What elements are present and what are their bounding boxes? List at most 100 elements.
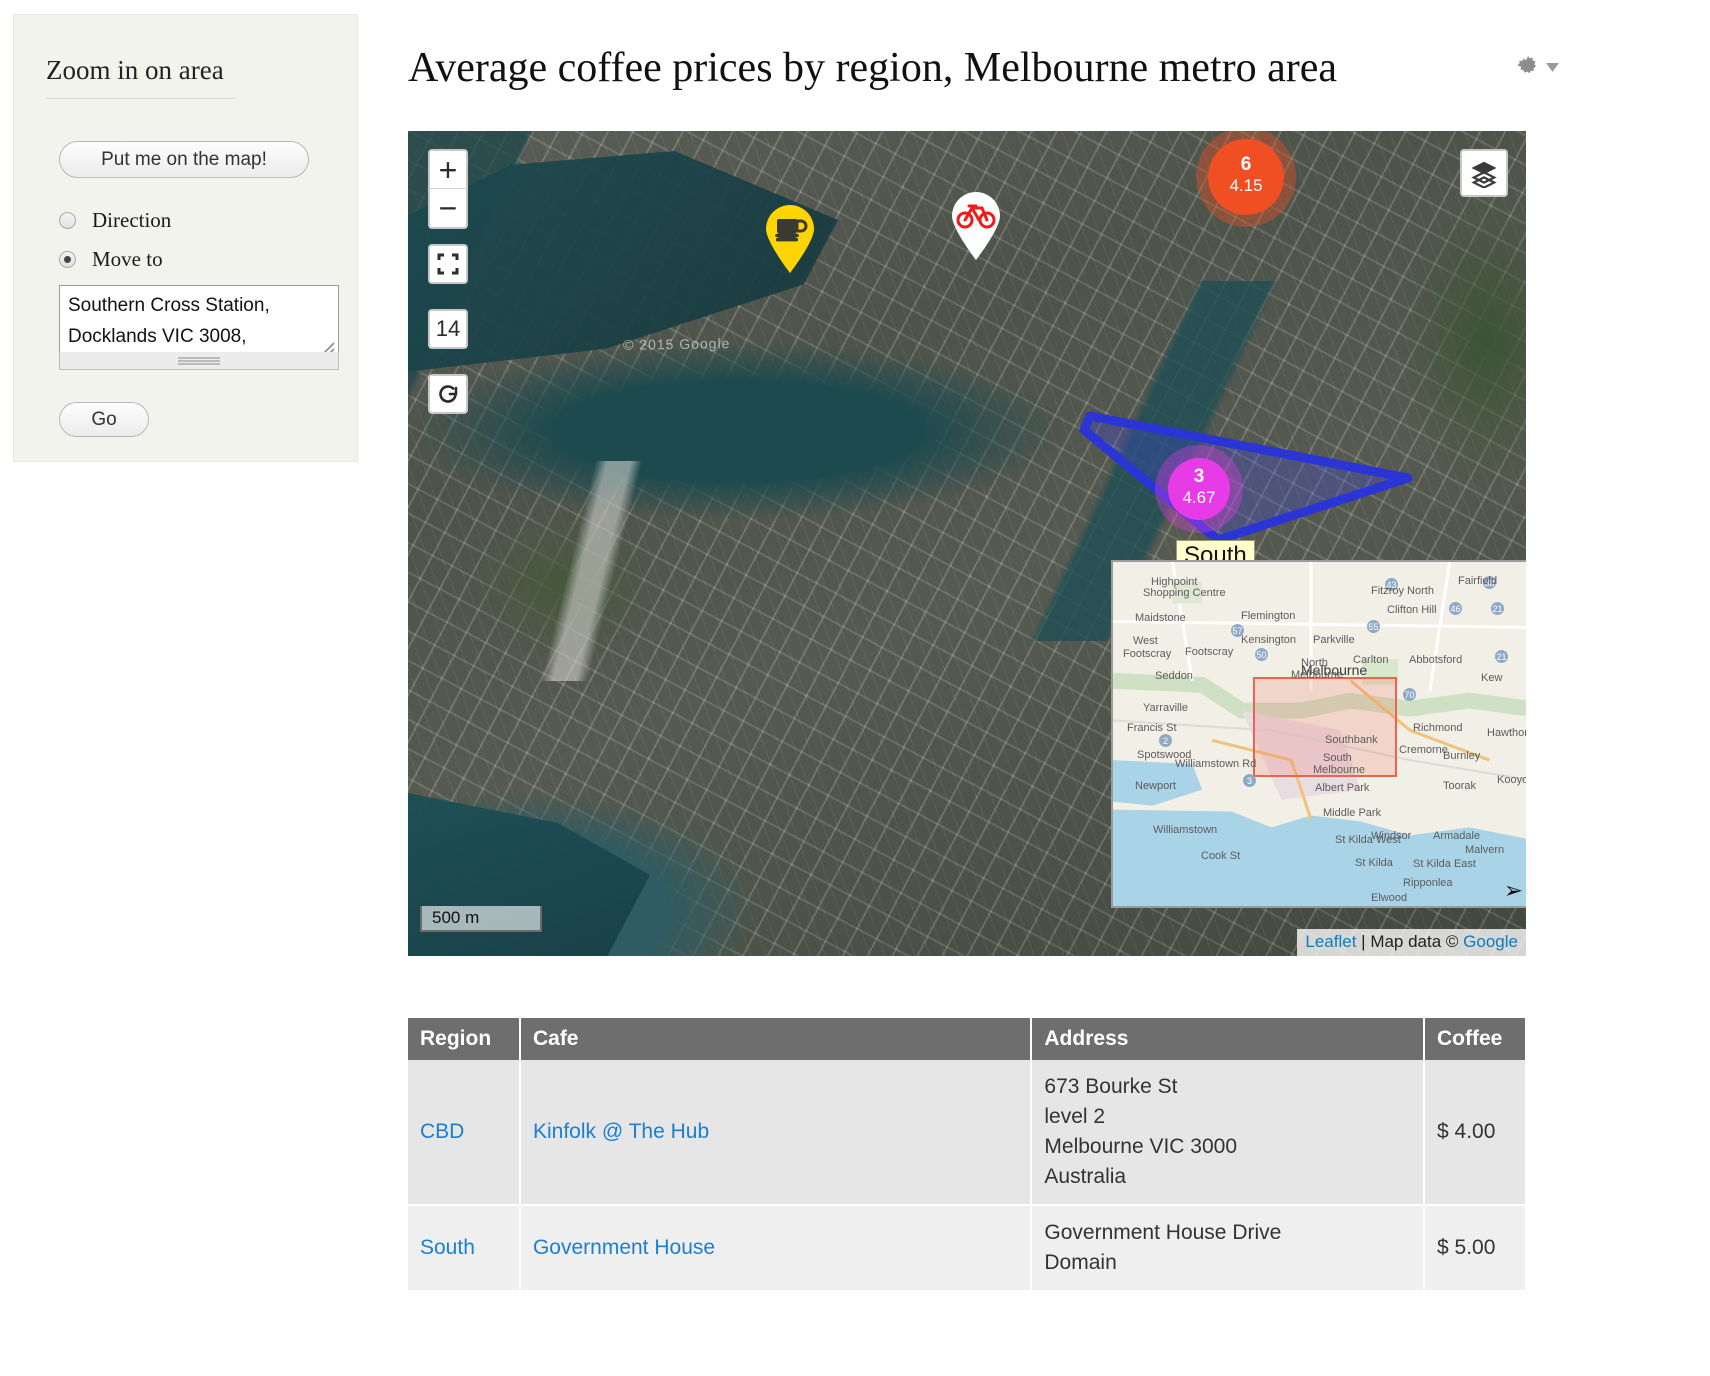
radio-move-to-icon[interactable] [59, 251, 76, 268]
panel-divider [46, 98, 236, 99]
layers-button[interactable] [1460, 149, 1508, 197]
minimap-place-label: Southbank [1325, 734, 1378, 746]
gear-icon[interactable] [1515, 54, 1541, 80]
minimap-place-label: Abbotsford [1409, 654, 1462, 666]
minimap-place-label: Armadale [1433, 830, 1480, 842]
column-header-address[interactable]: Address [1031, 1018, 1424, 1060]
minimap-collapse-button[interactable]: ➢ [1504, 879, 1523, 902]
region-link[interactable]: South [420, 1236, 475, 1259]
cafe-table: Region Cafe Address Coffee CBD Kinfolk @… [408, 1018, 1527, 1292]
map-data-text: Map data © [1370, 932, 1463, 951]
minimap-place-label: Newport [1135, 780, 1176, 792]
cell-address: Government House Drive Domain [1031, 1205, 1424, 1291]
column-header-coffee[interactable]: Coffee [1424, 1018, 1526, 1060]
radio-option-direction[interactable]: Direction [59, 208, 171, 233]
minimap-route-badge: 46 [1449, 602, 1462, 615]
column-header-cafe[interactable]: Cafe [520, 1018, 1031, 1060]
radio-direction-label: Direction [92, 208, 171, 233]
zoom-out-button[interactable]: − [428, 189, 468, 229]
minimap-place-label: Williamstown Rd [1175, 758, 1256, 770]
minimap-place-label: Malvern [1465, 844, 1504, 856]
minimap-place-label: Francis St [1127, 722, 1177, 734]
zoom-level-indicator[interactable]: 14 [428, 309, 468, 349]
minimap-place-label: South [1323, 752, 1352, 764]
minimap-place-label: Albert Park [1315, 782, 1369, 794]
minimap-route-badge: 70 [1403, 688, 1416, 701]
address-scrollbar[interactable] [59, 352, 339, 370]
minimap-place-label: Flemington [1241, 610, 1295, 622]
table-row: CBD Kinfolk @ The Hub 673 Bourke St leve… [408, 1060, 1526, 1205]
region-link[interactable]: CBD [420, 1120, 464, 1143]
minimap-route-badge: 3 [1243, 774, 1256, 787]
cafe-link[interactable]: Government House [533, 1236, 715, 1259]
go-button[interactable]: Go [59, 402, 149, 437]
coffee-pin-marker[interactable] [763, 204, 817, 274]
minimap-place-label: St Kilda East [1413, 858, 1476, 870]
minimap-route-badge: 2 [1159, 734, 1172, 747]
minimap-place-label: Footscray [1123, 648, 1171, 660]
minimap-place-label: Seddon [1155, 670, 1193, 682]
cluster-value: 4.67 [1182, 486, 1215, 511]
table-row: South Government House Government House … [408, 1205, 1526, 1291]
minimap-place-label: Clifton Hill [1387, 604, 1437, 616]
layers-icon [1469, 158, 1499, 188]
minimap-place-label: Fitzroy North [1371, 585, 1434, 597]
cafe-link[interactable]: Kinfolk @ The Hub [533, 1120, 709, 1143]
minimap-place-label: West [1133, 635, 1158, 647]
chevron-down-icon[interactable] [1545, 61, 1560, 74]
map-attribution: Leaflet | Map data © Google [1297, 929, 1526, 956]
minimap[interactable]: Melbourne 43 55 57 50 38 46 21 21 70 2 3… [1111, 560, 1526, 908]
radio-option-move-to[interactable]: Move to [59, 247, 163, 272]
column-header-region[interactable]: Region [408, 1018, 520, 1060]
table-header-row: Region Cafe Address Coffee [408, 1018, 1526, 1060]
minimap-place-label: Cook St [1201, 850, 1240, 862]
zoom-in-button[interactable]: + [428, 149, 468, 189]
minimap-place-label: Kooyong [1497, 774, 1526, 786]
minimap-place-label: Williamstown [1153, 824, 1217, 836]
cluster-marker-pink[interactable]: 3 4.67 [1168, 458, 1230, 520]
minimap-place-label: Carlton [1353, 654, 1388, 666]
minimap-route-badge: 50 [1255, 648, 1268, 661]
minimap-place-label: Toorak [1443, 780, 1476, 792]
map-scale-bar: 500 m [420, 906, 542, 932]
minimap-place-label: Parkville [1313, 634, 1355, 646]
park-area-north [1398, 191, 1526, 491]
minimap-place-label: Richmond [1413, 722, 1463, 734]
cluster-count: 3 [1194, 467, 1205, 486]
minimap-place-label: Footscray [1185, 646, 1233, 658]
page-title: Average coffee prices by region, Melbour… [408, 44, 1337, 92]
attribution-separator: | [1356, 932, 1370, 951]
cell-coffee: $ 5.00 [1424, 1205, 1526, 1291]
cell-region: CBD [408, 1060, 520, 1205]
minimap-route-badge: 21 [1495, 650, 1508, 663]
minimap-place-label: Melbourne [1291, 669, 1343, 681]
minimap-place-label: Shopping Centre [1143, 587, 1226, 599]
minimap-place-label: St Kilda West [1335, 834, 1401, 846]
minimap-place-label: Hawthorn [1487, 727, 1526, 739]
settings-control[interactable] [1515, 54, 1560, 80]
fullscreen-button[interactable] [428, 244, 468, 284]
cluster-marker-orange[interactable]: 6 4.15 [1208, 139, 1284, 215]
bike-pin-marker[interactable] [949, 191, 1003, 261]
minimap-place-label: Fairfield [1458, 575, 1497, 587]
cell-coffee: $ 4.00 [1424, 1060, 1526, 1205]
refresh-icon [436, 382, 460, 406]
minimap-place-label: North [1301, 657, 1328, 669]
put-me-on-the-map-button[interactable]: Put me on the map! [59, 141, 309, 178]
minimap-place-label: Burnley [1443, 750, 1480, 762]
google-link[interactable]: Google [1463, 932, 1518, 951]
minimap-place-label: Ripponlea [1403, 877, 1453, 889]
minimap-place-label: Kew [1481, 672, 1502, 684]
radio-direction-icon[interactable] [59, 212, 76, 229]
minimap-place-label: Maidstone [1135, 612, 1186, 624]
map-container[interactable]: © 2015 Google South 6 4.15 3 4.67 + − [408, 131, 1526, 956]
minimap-place-label: Kensington [1241, 634, 1296, 646]
cell-region: South [408, 1205, 520, 1291]
cell-cafe: Government House [520, 1205, 1031, 1291]
leaflet-link[interactable]: Leaflet [1305, 932, 1356, 951]
minimap-place-label: Middle Park [1323, 807, 1381, 819]
fullscreen-icon [436, 252, 460, 276]
reset-view-button[interactable] [428, 374, 468, 414]
minimap-place-label: Cremorne [1399, 744, 1448, 756]
radio-move-to-label: Move to [92, 247, 163, 272]
